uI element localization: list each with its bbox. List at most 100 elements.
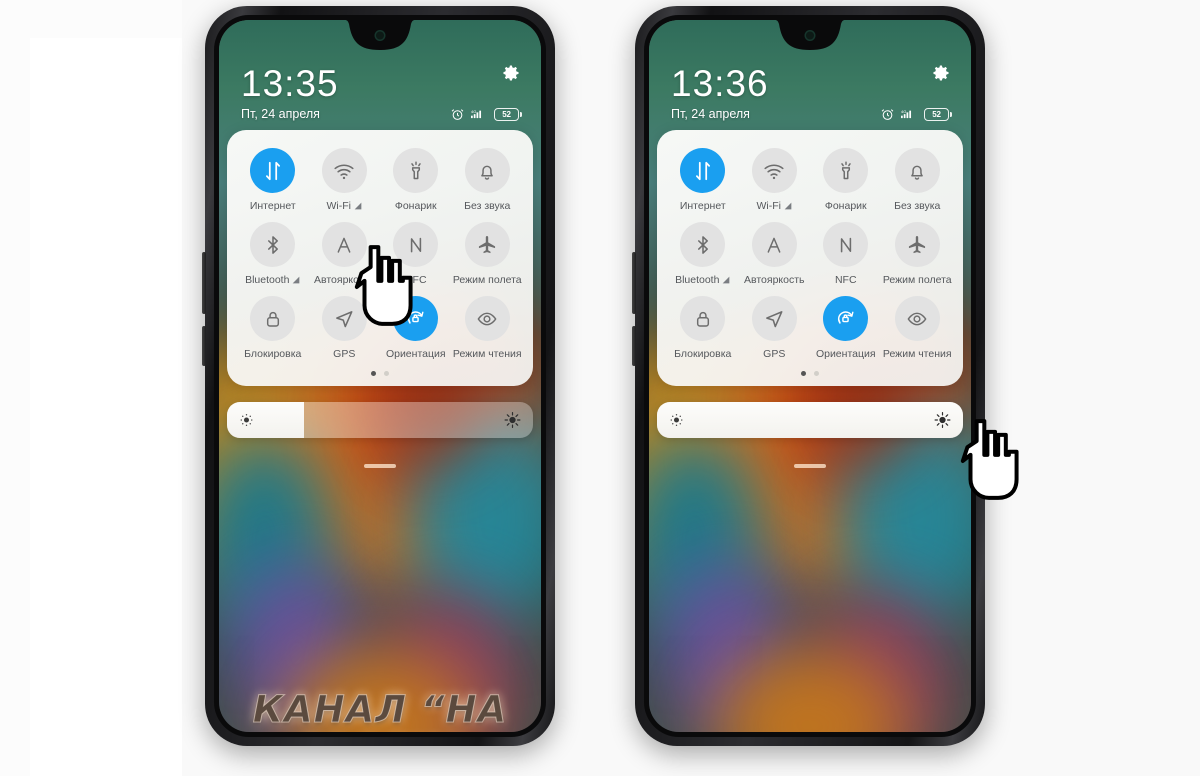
page-dot-active[interactable]	[801, 371, 806, 376]
flashlight-icon	[823, 148, 869, 193]
battery-level: 52	[502, 110, 511, 119]
flashlight-icon	[393, 148, 439, 193]
brightness-fill	[657, 402, 963, 438]
toggle-label-text: Без звука	[894, 200, 941, 212]
bluetooth-icon	[680, 222, 726, 267]
airplane-icon	[894, 222, 940, 267]
alarm-icon	[881, 109, 894, 120]
auto-brightness-icon	[751, 222, 797, 267]
toggle-label-text: Режим полета	[452, 274, 522, 286]
quick-toggle-label: Режим полета	[883, 274, 952, 286]
quick-toggle-режим-полета[interactable]: Режим полета	[452, 222, 524, 286]
volume-button[interactable]	[632, 252, 636, 314]
page-dot-active[interactable]	[371, 371, 376, 376]
quick-toggle-без-звука[interactable]: Без звука	[452, 148, 524, 212]
toggle-label-text: Блокировка	[674, 348, 732, 360]
background-panel-white	[30, 38, 182, 776]
toggle-label-text: Bluetooth	[675, 274, 720, 286]
quick-toggle-фонарик[interactable]: Фонарик	[380, 148, 452, 212]
quick-toggle-label: Без звука	[464, 200, 510, 212]
quick-toggle-label: Режим чтения	[453, 348, 522, 360]
page-indicator	[667, 371, 953, 376]
quick-toggle-nfc[interactable]: NFC	[810, 222, 882, 286]
mobile-data-icon	[680, 148, 726, 193]
quick-toggle-label: Интернет	[250, 200, 296, 212]
toggle-label-text: Wi-Fi	[326, 200, 352, 212]
bell-icon	[894, 148, 940, 193]
quick-toggle-label: Wi-Fi	[327, 200, 363, 212]
phone-right: 13:36 Пт, 24 апреля 4G 52 Интернет Wi-Fi…	[632, 6, 985, 746]
quick-toggle-label: GPS	[333, 348, 355, 360]
eye-icon	[464, 296, 510, 341]
quick-toggle-label: GPS	[763, 348, 785, 360]
power-button[interactable]	[202, 326, 206, 366]
quick-toggle-bluetooth[interactable]: Bluetooth	[237, 222, 309, 286]
toggle-label-text: Интернет	[679, 200, 726, 212]
quick-toggle-режим-чтения[interactable]: Режим чтения	[452, 296, 524, 360]
power-button[interactable]	[632, 326, 636, 366]
quick-toggle-bluetooth[interactable]: Bluetooth	[667, 222, 739, 286]
quick-toggle-wi-fi[interactable]: Wi-Fi	[309, 148, 381, 212]
battery-indicator: 52	[494, 108, 522, 121]
quick-toggle-без-звука[interactable]: Без звука	[882, 148, 954, 212]
drag-handle[interactable]	[364, 464, 396, 468]
quick-toggle-автояркость[interactable]: Автояркость	[739, 222, 811, 286]
quick-toggle-wi-fi[interactable]: Wi-Fi	[739, 148, 811, 212]
toggle-label-text: Режим чтения	[452, 348, 522, 360]
toggle-label-text: NFC	[834, 274, 857, 286]
svg-text:4G: 4G	[901, 109, 906, 114]
volume-button[interactable]	[202, 252, 206, 314]
quick-toggle-ориентация[interactable]: Ориентация	[810, 296, 882, 360]
gear-icon[interactable]	[501, 63, 521, 83]
brightness-high-icon	[934, 412, 951, 428]
svg-text:4G: 4G	[471, 109, 476, 114]
clock-time: 13:36	[671, 63, 769, 104]
quick-toggle-режим-чтения[interactable]: Режим чтения	[882, 296, 954, 360]
quick-toggle-режим-полета[interactable]: Режим полета	[882, 222, 954, 286]
phone-left: 13:35 Пт, 24 апреля 4G 52 Интернет Wi-Fi…	[202, 6, 555, 746]
status-bar: 13:36 Пт, 24 апреля 4G 52	[649, 20, 971, 138]
toggle-label-text: GPS	[333, 348, 356, 360]
page-dot[interactable]	[384, 371, 389, 376]
nfc-icon	[823, 222, 869, 267]
quick-toggle-gps[interactable]: GPS	[739, 296, 811, 360]
brightness-slider[interactable]	[657, 402, 963, 438]
quick-toggle-label: NFC	[835, 274, 857, 286]
quick-toggle-label: Bluetooth	[245, 274, 300, 286]
toggle-label-text: Режим чтения	[882, 348, 952, 360]
toggle-label-text: Wi-Fi	[756, 200, 782, 212]
hand-cursor-autobrightness	[354, 245, 413, 326]
quick-toggle-интернет[interactable]: Интернет	[667, 148, 739, 212]
alarm-icon	[451, 109, 464, 120]
quick-toggle-блокировка[interactable]: Блокировка	[237, 296, 309, 360]
page-dot[interactable]	[814, 371, 819, 376]
quick-toggle-label: Фонарик	[395, 200, 437, 212]
quick-toggle-label: Фонарик	[825, 200, 867, 212]
gps-icon	[751, 296, 797, 341]
bell-icon	[464, 148, 510, 193]
status-bar: 13:35 Пт, 24 апреля 4G 52	[219, 20, 541, 138]
quick-toggle-фонарик[interactable]: Фонарик	[810, 148, 882, 212]
quick-toggle-label: Режим чтения	[883, 348, 952, 360]
gear-icon[interactable]	[931, 63, 951, 83]
toggle-label-text: Блокировка	[244, 348, 302, 360]
toggle-label-text: Автояркость	[744, 274, 805, 286]
lock-icon	[680, 296, 726, 341]
mobile-data-icon	[250, 148, 296, 193]
battery-indicator: 52	[924, 108, 952, 121]
signal-icon: 4G	[901, 109, 912, 119]
brightness-slider[interactable]	[227, 402, 533, 438]
brightness-low-icon	[670, 414, 683, 426]
rotation-lock-icon	[823, 296, 869, 341]
quick-toggle-label: Wi-Fi	[757, 200, 793, 212]
toggle-label-text: Ориентация	[815, 348, 876, 360]
quick-toggle-интернет[interactable]: Интернет	[237, 148, 309, 212]
toggle-label-text: Bluetooth	[245, 274, 290, 286]
quick-toggle-блокировка[interactable]: Блокировка	[667, 296, 739, 360]
phone-screen: 13:36 Пт, 24 апреля 4G 52 Интернет Wi-Fi…	[649, 20, 971, 732]
drag-handle[interactable]	[794, 464, 826, 468]
quick-toggle-label: Bluetooth	[675, 274, 730, 286]
signal-icon: 4G	[471, 109, 482, 119]
clock-date: Пт, 24 апреля	[671, 107, 750, 121]
battery-level: 52	[932, 110, 941, 119]
